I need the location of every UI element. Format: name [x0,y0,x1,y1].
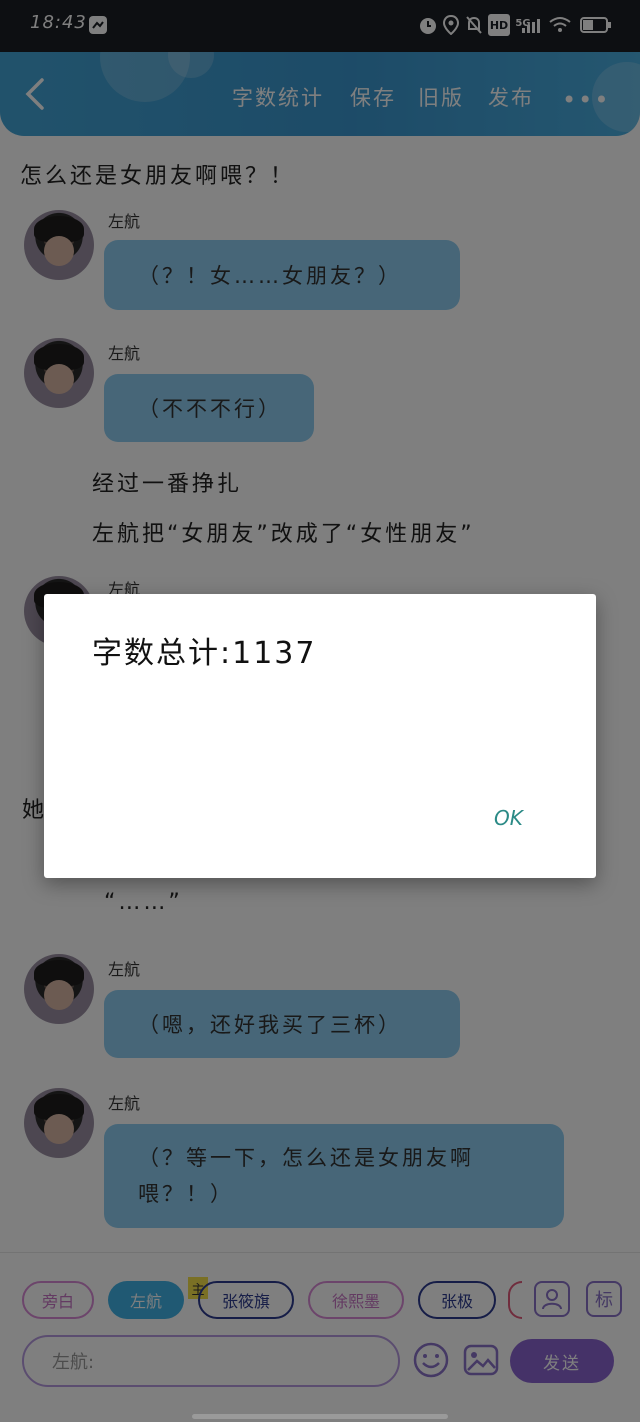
ok-button[interactable]: OK [494,806,523,830]
home-indicator[interactable] [192,1414,448,1419]
dialog-title: 字数总计:1137 [92,636,317,671]
word-count-dialog: 字数总计:1137 OK [44,594,596,878]
